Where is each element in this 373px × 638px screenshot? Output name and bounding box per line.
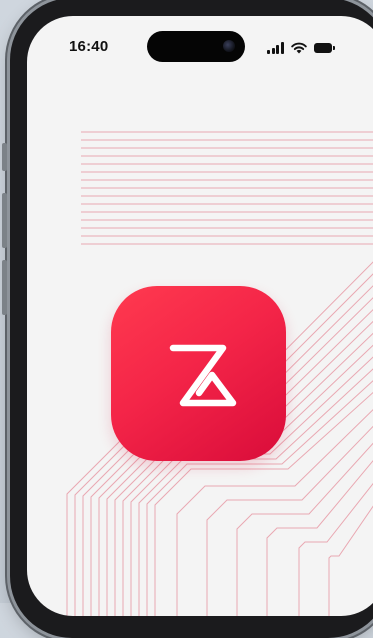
cellular-signal-icon — [267, 42, 285, 54]
action-button[interactable] — [2, 143, 7, 171]
phone-screen: 16:40 — [27, 16, 373, 616]
horizontal-lines — [81, 131, 373, 245]
volume-down-button[interactable] — [2, 260, 7, 315]
zomato-z-logo-icon — [169, 344, 237, 407]
battery-icon — [314, 43, 336, 53]
zomato-app-icon[interactable] — [111, 286, 286, 461]
dynamic-island — [147, 31, 245, 62]
status-time: 16:40 — [69, 38, 109, 55]
wifi-icon — [291, 42, 307, 54]
status-bar: 16:40 — [27, 16, 373, 70]
front-camera-icon — [223, 40, 235, 52]
volume-up-button[interactable] — [2, 193, 7, 248]
